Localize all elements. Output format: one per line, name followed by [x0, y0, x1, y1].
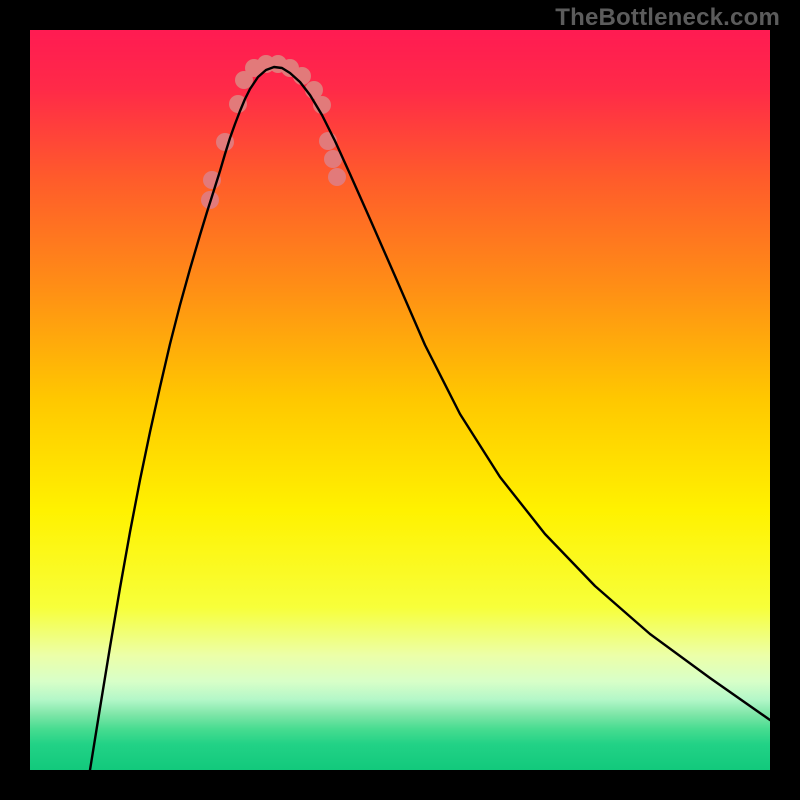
- curve-marker: [328, 168, 346, 186]
- curve-markers: [201, 55, 346, 209]
- plot-area: [30, 30, 770, 770]
- curve-marker: [229, 95, 247, 113]
- curve-layer: [30, 30, 770, 770]
- curve-marker: [293, 67, 311, 85]
- chart-frame: TheBottleneck.com: [0, 0, 800, 800]
- watermark-text: TheBottleneck.com: [555, 4, 780, 32]
- bottleneck-curve: [90, 67, 770, 770]
